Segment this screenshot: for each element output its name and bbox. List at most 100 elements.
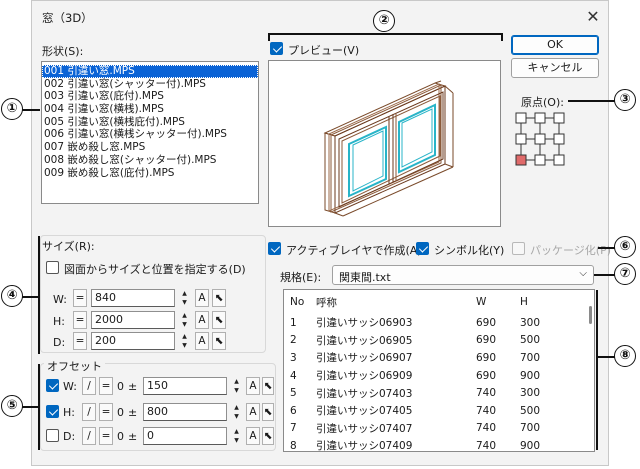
offset-w-checkbox[interactable]: [46, 379, 59, 392]
col-no[interactable]: No: [284, 290, 316, 314]
close-icon[interactable]: ✕: [582, 6, 604, 28]
active-layer-checkbox[interactable]: [268, 242, 281, 255]
preview-label: プレビュー(V): [288, 44, 360, 57]
cell-no: 5: [290, 387, 297, 400]
table-row[interactable]: 2 引違いサッシ06905 690 500: [284, 332, 594, 350]
shape-item[interactable]: 008 嵌め殺し窓(シャッター付).MPS: [42, 154, 258, 167]
shape-item[interactable]: 005 引違い窓(横桟庇付).MPS: [42, 116, 258, 129]
col-h[interactable]: H: [520, 290, 594, 314]
offset-h-div-button[interactable]: /: [82, 403, 96, 421]
preview-checkbox[interactable]: [270, 42, 283, 55]
table-row[interactable]: 8 引違いサッシ07409 740 900: [284, 437, 594, 452]
offset-d-a-button[interactable]: A: [246, 427, 260, 445]
shape-item[interactable]: 009 嵌め殺し窓(庇付).MPS: [42, 167, 258, 180]
offset-d-pick-icon[interactable]: ⬉: [262, 427, 274, 445]
cell-name: 引違いサッシ07409: [316, 440, 413, 452]
cell-name: 引違いサッシ07405: [316, 405, 413, 418]
size-w-pick-icon[interactable]: ⬉: [212, 289, 226, 307]
size-d-spin[interactable]: ▲ ▼: [179, 332, 190, 350]
table-row[interactable]: 1 引違いサッシ06903 690 300: [284, 314, 594, 332]
offset-d-spin[interactable]: ▲ ▼: [231, 427, 242, 445]
offset-h-pick-icon[interactable]: ⬉: [262, 403, 274, 421]
spec-header-row: No 呼称 W H: [284, 290, 594, 314]
marker-4: ④: [1, 285, 23, 307]
active-layer-label: アクティブレイヤで作成(A): [286, 244, 422, 257]
spec-label: 規格(E):: [280, 271, 322, 284]
offset-h-spin[interactable]: ▲ ▼: [231, 403, 242, 421]
offset-w-input[interactable]: 150: [143, 377, 227, 395]
table-row[interactable]: 5 引違いサッシ07403 740 300: [284, 384, 594, 402]
offset-w-pm: ±: [128, 380, 138, 393]
offset-w-eq-button[interactable]: =: [99, 377, 113, 395]
package-label: パッケージ化(P): [530, 244, 611, 257]
size-h-eq-button[interactable]: =: [73, 311, 87, 329]
offset-w-label: W:: [63, 380, 77, 393]
offset-w-spin[interactable]: ▲ ▼: [231, 377, 242, 395]
spec-table[interactable]: No 呼称 W H 1 引違いサッシ06903 690 300 2 引違いサッシ0690…: [283, 289, 595, 452]
cell-name: 引違いサッシ06903: [316, 317, 413, 330]
marker-2-pointer-right: [501, 33, 503, 41]
offset-w-a-button[interactable]: A: [246, 377, 260, 395]
cell-no: 8: [290, 439, 297, 452]
marker-1-pointer: [22, 109, 40, 111]
offset-h-eq-button[interactable]: =: [99, 403, 113, 421]
table-row[interactable]: 7 引違いサッシ07407 740 700: [284, 420, 594, 438]
offset-d-pm: ±: [128, 430, 138, 443]
marker-2: ②: [373, 10, 395, 32]
shape-item[interactable]: 004 引違い窓(横桟).MPS: [42, 103, 258, 116]
size-w-a-button[interactable]: A: [195, 289, 209, 307]
offset-h-input[interactable]: 800: [143, 403, 227, 421]
size-h-spin[interactable]: ▲ ▼: [179, 311, 190, 329]
offset-d-input[interactable]: 0: [143, 427, 227, 445]
cell-w: 740: [476, 439, 497, 452]
size-w-eq-button[interactable]: =: [73, 289, 87, 307]
size-d-pick-icon[interactable]: ⬉: [212, 332, 226, 350]
offset-h-zero: 0: [117, 406, 124, 419]
shape-item[interactable]: 003 引違い窓(庇付).MPS: [42, 90, 258, 103]
size-h-a-button[interactable]: A: [195, 311, 209, 329]
shape-item[interactable]: 001 引違い窓.MPS: [42, 65, 258, 78]
spec-scrollbar[interactable]: [589, 306, 592, 324]
size-h-pick-icon[interactable]: ⬉: [212, 311, 226, 329]
size-d-a-button[interactable]: A: [195, 332, 209, 350]
from-drawing-checkbox[interactable]: [46, 261, 59, 274]
marker-6: ⑥: [614, 236, 636, 258]
window-3d-preview-image: [323, 80, 454, 217]
shape-item[interactable]: 006 引違い窓(横桟シャッター付).MPS: [42, 128, 258, 141]
cancel-button[interactable]: キャンセル: [511, 58, 599, 78]
shape-item[interactable]: 007 嵌め殺し窓.MPS: [42, 141, 258, 154]
package-checkbox[interactable]: [512, 242, 525, 255]
cell-w: 690: [476, 334, 497, 347]
spec-table-grid: No 呼称 W H 1 引違いサッシ06903 690 300 2 引違いサッシ0690…: [284, 290, 594, 452]
shape-item[interactable]: 002 引違い窓(シャッター付).MPS: [42, 78, 258, 91]
title-bar: 窓（3D） ✕: [32, 1, 608, 33]
offset-d-checkbox[interactable]: [46, 429, 59, 442]
spec-dropdown[interactable]: 関東間.txt ⌵: [332, 265, 594, 285]
origin-label: 原点(O):: [521, 96, 564, 109]
symbolize-checkbox[interactable]: [416, 242, 429, 255]
cell-no: 4: [290, 369, 297, 382]
cell-h: 700: [520, 422, 541, 435]
offset-w-pick-icon[interactable]: ⬉: [262, 377, 274, 395]
offset-h-checkbox[interactable]: [46, 405, 59, 418]
offset-w-div-button[interactable]: /: [82, 377, 96, 395]
offset-d-eq-button[interactable]: =: [99, 427, 113, 445]
table-row[interactable]: 4 引違いサッシ06909 690 900: [284, 367, 594, 385]
size-h-input[interactable]: 2000: [91, 311, 175, 329]
origin-selector[interactable]: [512, 110, 568, 170]
col-w[interactable]: W: [476, 290, 520, 314]
window-title: 窓（3D）: [42, 11, 93, 25]
cell-h: 500: [520, 404, 541, 417]
size-d-eq-button[interactable]: =: [73, 332, 87, 350]
size-d-input[interactable]: 200: [91, 332, 175, 350]
shape-list[interactable]: 001 引違い窓.MPS 002 引違い窓(シャッター付).MPS 003 引違…: [41, 61, 259, 204]
offset-d-div-button[interactable]: /: [82, 427, 96, 445]
size-w-input[interactable]: 840: [91, 289, 175, 307]
ok-button[interactable]: OK: [511, 35, 599, 55]
size-w-spin[interactable]: ▲ ▼: [179, 289, 190, 307]
spec-selected: 関東間.txt: [339, 271, 391, 284]
offset-h-a-button[interactable]: A: [246, 403, 260, 421]
table-row[interactable]: 6 引違いサッシ07405 740 500: [284, 402, 594, 420]
col-name[interactable]: 呼称: [316, 290, 476, 314]
table-row[interactable]: 3 引違いサッシ06907 690 700: [284, 349, 594, 367]
